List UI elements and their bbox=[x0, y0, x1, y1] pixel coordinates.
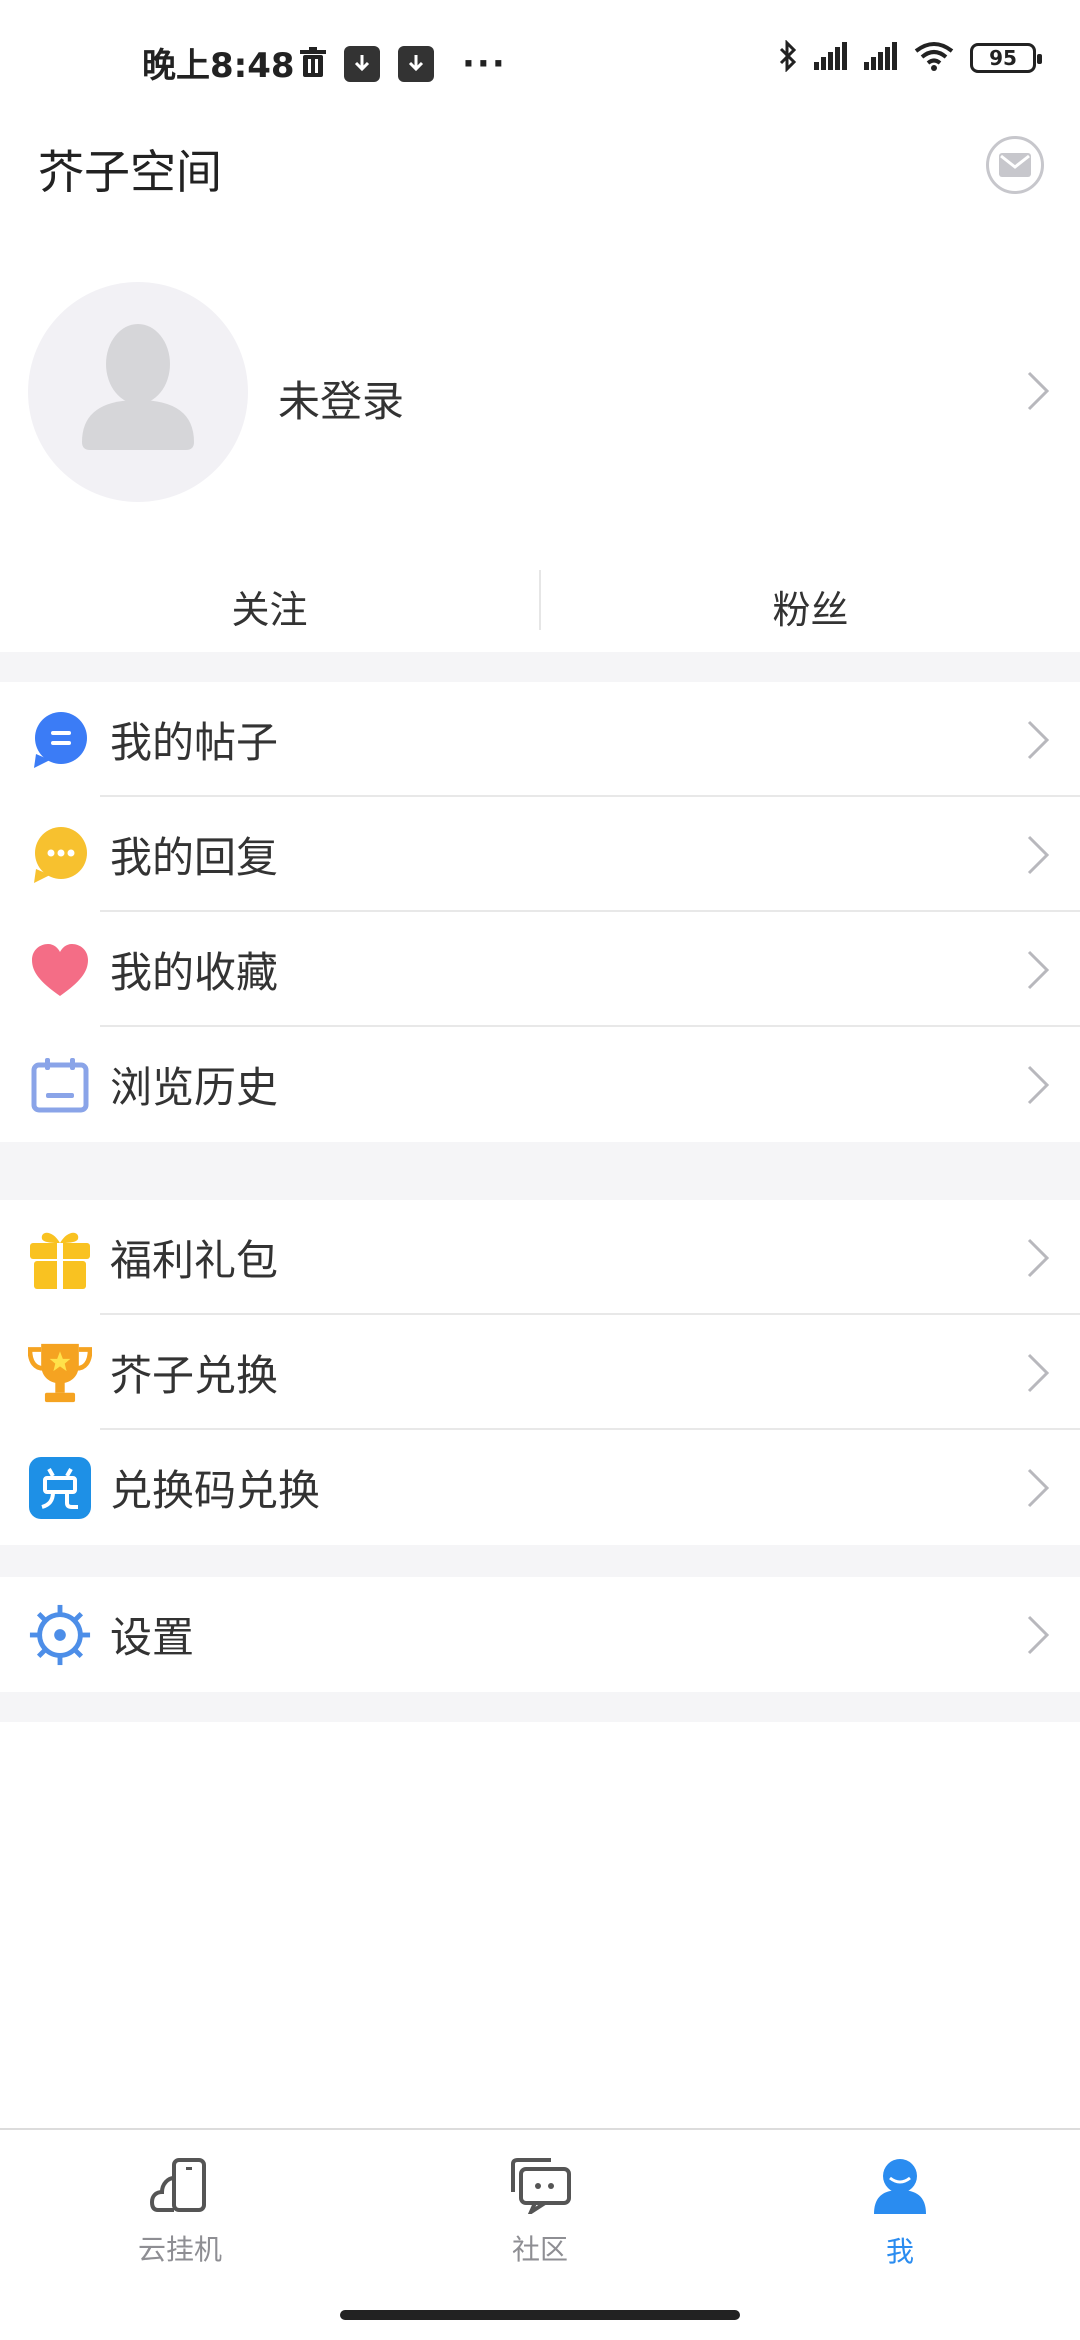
signal-icon bbox=[814, 42, 848, 74]
heart-icon bbox=[28, 938, 92, 1002]
cloud-phone-icon bbox=[149, 2158, 210, 2218]
menu-item-welfare-gift[interactable]: 福利礼包 bbox=[0, 1200, 1080, 1315]
chevron-right-icon bbox=[1026, 1237, 1050, 1283]
download-icon bbox=[398, 46, 434, 82]
chevron-right-icon bbox=[1026, 370, 1050, 416]
default-avatar-icon bbox=[82, 324, 194, 450]
login-status[interactable]: 未登录 bbox=[278, 368, 404, 429]
status-notification-icons: ··· bbox=[300, 44, 507, 84]
page-title: 芥子空间 bbox=[38, 145, 222, 199]
menu-item-label: 浏览历史 bbox=[110, 1063, 279, 1112]
tab-label: 我 bbox=[885, 2235, 914, 2268]
trophy-icon bbox=[28, 1341, 92, 1405]
tab-cloud-hosting[interactable]: 云挂机 bbox=[80, 2158, 280, 2268]
gift-icon bbox=[28, 1226, 92, 1290]
fans-stat[interactable]: 粉丝 bbox=[541, 560, 1080, 652]
message-button[interactable] bbox=[986, 136, 1044, 194]
chevron-right-icon bbox=[1026, 1614, 1050, 1660]
community-chat-icon bbox=[507, 2158, 573, 2218]
settings-icon bbox=[28, 1603, 92, 1667]
chevron-right-icon bbox=[1026, 1352, 1050, 1398]
menu-item-my-replies[interactable]: 我的回复 bbox=[0, 797, 1080, 912]
menu-item-label: 芥子兑换 bbox=[110, 1351, 279, 1400]
menu-item-label: 兑换码兑换 bbox=[110, 1466, 321, 1515]
menu-item-label: 我的回复 bbox=[110, 833, 279, 882]
signal-icon bbox=[864, 42, 898, 74]
profile-section[interactable]: 未登录 bbox=[0, 282, 1080, 508]
menu-item-jiezi-exchange[interactable]: 芥子兑换 bbox=[0, 1315, 1080, 1430]
tab-label: 社区 bbox=[511, 2233, 568, 2266]
redeem-code-icon bbox=[28, 1456, 92, 1520]
section-gap bbox=[0, 1142, 1080, 1200]
menu-group-rewards: 福利礼包 芥子兑换 兑换码兑换 bbox=[0, 1200, 1080, 1545]
trash-icon bbox=[300, 47, 326, 81]
menu-item-label: 我的收藏 bbox=[110, 948, 279, 997]
bottom-tab-bar: 云挂机 社区 我 bbox=[0, 2128, 1080, 2340]
wifi-icon bbox=[914, 41, 954, 75]
tab-label: 云挂机 bbox=[137, 2233, 222, 2266]
section-gap bbox=[0, 652, 1080, 682]
bluetooth-icon bbox=[778, 39, 798, 76]
menu-item-redeem-code[interactable]: 兑换码兑换 bbox=[0, 1430, 1080, 1545]
menu-item-settings[interactable]: 设置 bbox=[0, 1577, 1080, 1692]
menu-item-my-favorites[interactable]: 我的收藏 bbox=[0, 912, 1080, 1027]
section-gap bbox=[0, 1545, 1080, 1577]
status-time: 晚上8:48 bbox=[142, 46, 295, 86]
status-bar: 晚上8:48 ··· 95 bbox=[0, 0, 1080, 126]
menu-item-browse-history[interactable]: 浏览历史 bbox=[0, 1027, 1080, 1142]
chevron-right-icon bbox=[1026, 949, 1050, 995]
following-stat[interactable]: 关注 bbox=[0, 560, 539, 652]
chevron-right-icon bbox=[1026, 834, 1050, 880]
calendar-icon bbox=[28, 1053, 92, 1117]
user-icon bbox=[872, 2158, 928, 2220]
reply-bubble-icon bbox=[28, 823, 92, 887]
download-icon bbox=[344, 46, 380, 82]
post-bubble-icon bbox=[28, 708, 92, 772]
section-gap bbox=[0, 1692, 1080, 1722]
battery-icon: 95 bbox=[970, 43, 1042, 73]
menu-item-label: 福利礼包 bbox=[110, 1236, 279, 1285]
stats-row: 关注 粉丝 bbox=[0, 560, 1080, 652]
menu-item-label: 设置 bbox=[110, 1613, 195, 1662]
avatar[interactable] bbox=[28, 282, 248, 502]
chevron-right-icon bbox=[1026, 719, 1050, 765]
chevron-right-icon bbox=[1026, 1467, 1050, 1513]
tab-community[interactable]: 社区 bbox=[440, 2158, 640, 2268]
home-indicator[interactable] bbox=[340, 2310, 740, 2320]
page-header: 芥子空间 bbox=[0, 126, 1080, 266]
menu-group-settings: 设置 bbox=[0, 1577, 1080, 1692]
status-right-icons: 95 bbox=[778, 39, 1042, 76]
menu-item-label: 我的帖子 bbox=[110, 718, 279, 767]
menu-group-content: 我的帖子 我的回复 我的收藏 浏览历史 bbox=[0, 682, 1080, 1142]
mail-icon bbox=[999, 153, 1031, 177]
more-notifications-icon: ··· bbox=[462, 44, 507, 84]
menu-item-my-posts[interactable]: 我的帖子 bbox=[0, 682, 1080, 797]
chevron-right-icon bbox=[1026, 1064, 1050, 1110]
tab-me[interactable]: 我 bbox=[800, 2158, 1000, 2270]
